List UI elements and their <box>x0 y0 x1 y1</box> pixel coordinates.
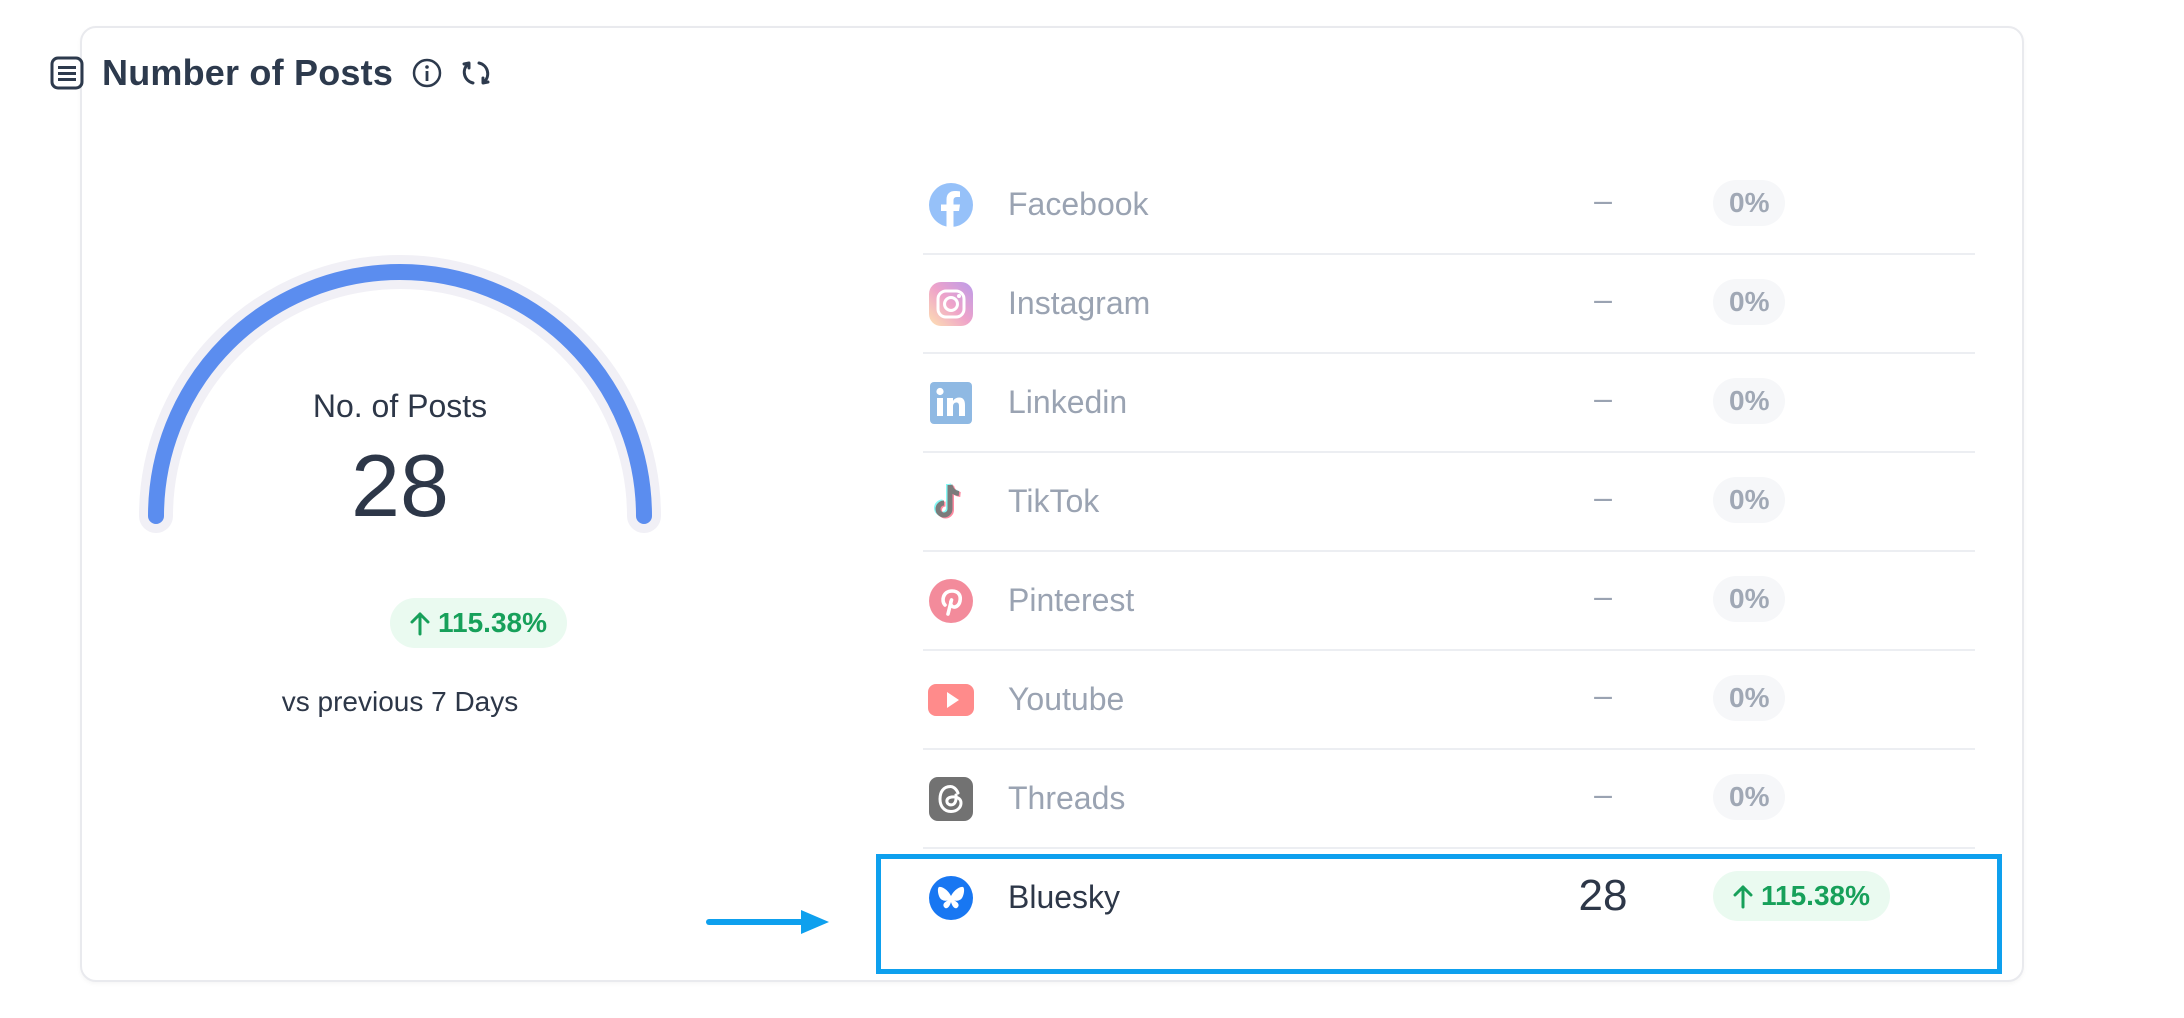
instagram-icon <box>928 281 974 327</box>
network-name: Pinterest <box>1008 582 1135 618</box>
gauge-value: 28 <box>351 436 449 535</box>
network-value: – <box>1594 380 1612 416</box>
network-change: 0% <box>1713 774 1786 820</box>
network-row-linkedin[interactable]: Linkedin – 0% <box>923 354 1975 453</box>
network-value: – <box>1594 182 1612 218</box>
list-icon <box>50 56 84 90</box>
comparison-period: vs previous 7 Days <box>281 686 519 717</box>
network-row-facebook[interactable]: Facebook – 0% <box>923 156 1975 255</box>
network-change: 0% <box>1713 180 1786 226</box>
refresh-icon[interactable] <box>459 56 493 90</box>
change-value: 115.38% <box>438 607 547 638</box>
network-name: TikTok <box>1008 483 1100 519</box>
network-change: 0% <box>1713 378 1786 424</box>
youtube-icon <box>928 677 974 723</box>
gauge-label: No. of Posts <box>312 388 488 424</box>
posts-gauge: No. of Posts 28 <box>120 222 680 552</box>
info-icon[interactable] <box>411 57 443 89</box>
network-name: Threads <box>1008 780 1126 816</box>
network-value: – <box>1594 776 1612 812</box>
network-row-threads[interactable]: Threads – 0% <box>923 750 1975 849</box>
network-row-instagram[interactable]: Instagram – 0% <box>923 255 1975 354</box>
threads-icon <box>928 776 974 822</box>
network-change: 0% <box>1713 477 1786 523</box>
network-name: Facebook <box>1008 186 1149 222</box>
card-title: Number of Posts <box>102 52 394 93</box>
tiktok-icon <box>928 479 974 525</box>
facebook-icon <box>928 182 974 228</box>
network-value: – <box>1594 281 1612 317</box>
network-change: 0% <box>1713 279 1786 325</box>
network-value: – <box>1594 479 1612 515</box>
card-header: Number of Posts <box>50 48 493 98</box>
network-value: – <box>1594 578 1612 614</box>
network-name: Youtube <box>1008 681 1125 717</box>
linkedin-icon <box>928 380 974 426</box>
network-value: – <box>1594 677 1612 713</box>
network-list: Facebook – 0% Instagram – 0% Linkedin – … <box>923 156 1975 946</box>
change-badge: 115.38% <box>390 598 567 648</box>
network-change: 0% <box>1713 576 1786 622</box>
network-name: Instagram <box>1008 285 1151 321</box>
network-row-pinterest[interactable]: Pinterest – 0% <box>923 552 1975 651</box>
network-row-youtube[interactable]: Youtube – 0% <box>923 651 1975 750</box>
network-change: 0% <box>1713 675 1786 721</box>
network-row-tiktok[interactable]: TikTok – 0% <box>923 453 1975 552</box>
highlight-box <box>876 854 2002 974</box>
network-name: Linkedin <box>1008 384 1128 420</box>
pointer-arrow-icon <box>706 910 829 934</box>
arrow-up-icon <box>408 610 432 636</box>
pinterest-icon <box>928 578 974 624</box>
